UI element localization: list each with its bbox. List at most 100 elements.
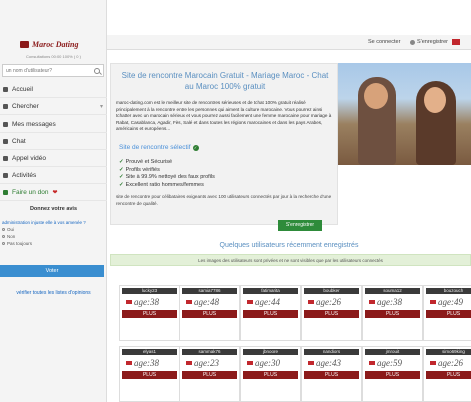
feature-item: ✓ Excellent ratio hommes/femmes [119,182,215,190]
profile-info: age:43 [308,358,341,368]
profile-username[interactable]: jmrouit [365,349,420,355]
flag-icon [430,361,436,365]
profile-card[interactable]: fatimarita age:44 PLUS [240,285,301,341]
hero-panel: Site de rencontre Marocain Gratuit - Mar… [110,63,338,225]
feature-label: Excellent ratio hommes/femmes [125,181,204,188]
profile-username[interactable]: boubker [304,288,359,294]
profile-more-button[interactable]: PLUS [426,310,471,318]
nav-item-chat[interactable]: Chat [0,134,107,150]
login-link[interactable]: Se connecter [368,39,400,45]
profile-username[interactable]: bouzouch [426,288,471,294]
profile-username[interactable]: elyas1 [122,349,177,355]
profile-more-button[interactable]: PLUS [426,371,471,379]
feature-item: ✓ Prouvé et Sécurisé [119,159,215,167]
flag-icon [369,300,375,304]
profile-card[interactable]: simo69king age:26 PLUS [423,346,471,402]
check-icon: ✓ [119,174,124,180]
register-cta-button[interactable]: S'enregistrer [278,220,322,231]
search-input[interactable] [6,67,91,74]
poll-option[interactable]: Pas toujours [0,241,107,246]
profile-username[interactable]: simo69king [426,349,471,355]
profile-info: age:38 [369,297,402,307]
profile-card[interactable]: samia7786 age:48 PLUS [179,285,240,341]
profile-username[interactable]: fatimarita [243,288,298,294]
nav-label: Appel vidéo [12,155,46,162]
profile-username[interactable]: souma12 [365,288,420,294]
profile-card[interactable]: sammak76 age:23 PLUS [179,346,240,402]
radio-icon[interactable] [2,242,5,245]
profile-card[interactable]: elyas1 age:38 PLUS [119,346,180,402]
register-cta-label: S'enregistrer [285,222,315,228]
nav-label: Activités [12,172,37,179]
nav-item-accueil[interactable]: Accueil [0,82,107,98]
profile-more-button[interactable]: PLUS [304,371,359,379]
envelope-icon [3,122,8,127]
language-flag-icon[interactable] [452,39,460,45]
poll-widget: Donnez votre avis administration injuste… [0,206,107,246]
profile-username[interactable]: sammak76 [182,349,237,355]
vote-button[interactable]: Voter [0,265,104,277]
profile-more-button[interactable]: PLUS [182,310,237,318]
recent-users-title: Quelques utilisateurs récemment enregist… [219,242,359,249]
profile-username[interactable]: nandiors [304,349,359,355]
man-face [364,83,388,109]
profile-username[interactable]: jbnoore [243,349,298,355]
nav-item-messages[interactable]: Mes messages [0,117,107,133]
check-icon: ✓ [119,166,124,173]
flag-icon [247,300,253,304]
check-icon: ✓ [192,144,199,151]
logo-text: Maroc Dating [32,39,79,49]
hero-footer-text: site de rencontre pour célibataires exig… [116,194,332,206]
profile-card[interactable]: souma12 age:38 PLUS [362,285,423,341]
nav-item-chercher[interactable]: Chercher ▾ [0,99,107,115]
heart-icon: ❤ [52,190,58,196]
feature-item: ✓ Site à 99.9% nettoyé des faux profils [119,174,215,182]
flag-icon [369,361,375,365]
woman-face [424,87,446,113]
search-icon[interactable] [94,67,100,74]
search-icon [3,104,8,109]
profile-more-button[interactable]: PLUS [365,371,420,379]
nav-item-video-call[interactable]: Appel vidéo [0,151,107,167]
hero-title: Site de rencontre Marocain Gratuit - Mar… [121,71,329,91]
profile-username[interactable]: samia7786 [182,288,237,294]
feature-label: Prouvé et Sécurisé [125,159,173,165]
nav-label: Chat [12,138,26,145]
register-link[interactable]: S'enregistrer [410,39,448,45]
feature-list: ✓ Prouvé et Sécurisé ✓ Profils vérifiés ✓ S… [119,159,215,189]
profile-card[interactable]: jbnoore age:30 PLUS [240,346,301,402]
nav-label: Chercher [12,103,39,110]
poll-list-link[interactable]: vérifier toutes les listes d'opinions [0,290,107,296]
nav-item-activities[interactable]: Activités [0,168,107,184]
privacy-notice: Les images des utilisateurs sont privées… [110,254,471,266]
poll-option[interactable]: Oui [0,227,107,232]
profile-info: age:44 [247,297,280,307]
profile-card[interactable]: nandiors age:43 PLUS [301,346,362,402]
profile-more-button[interactable]: PLUS [243,371,298,379]
profile-card[interactable]: bouzouch age:49 PLUS [423,285,471,341]
poll-option[interactable]: Non [0,234,107,239]
profile-more-button[interactable]: PLUS [122,371,177,379]
nav-item-donate[interactable]: Faire un don ❤ [0,185,107,201]
nav-label: Faire un don [12,189,49,196]
profile-more-button[interactable]: PLUS [365,310,420,318]
profile-username[interactable]: lucky23 [122,288,177,294]
profile-age: age:48 [194,297,219,307]
search-box[interactable] [2,64,104,77]
top-bar: Se connecter S'enregistrer [107,35,471,50]
profile-age: age:23 [194,358,219,368]
profile-more-button[interactable]: PLUS [182,371,237,379]
check-icon: ✓ [119,159,124,165]
profile-card[interactable]: jmrouit age:59 PLUS [362,346,423,402]
profile-card[interactable]: boubker age:26 PLUS [301,285,362,341]
radio-icon[interactable] [2,228,5,231]
chevron-down-icon: ▾ [99,104,103,110]
radio-icon[interactable] [2,235,5,238]
flag-icon [308,361,314,365]
profile-more-button[interactable]: PLUS [243,310,298,318]
site-logo[interactable]: Maroc Dating [20,38,100,50]
profile-more-button[interactable]: PLUS [304,310,359,318]
stats-line: Consultations 00:00 100% ( 0 ) [26,54,81,59]
profile-more-button[interactable]: PLUS [122,310,177,318]
profile-card[interactable]: lucky23 age:38 PLUS [119,285,180,341]
